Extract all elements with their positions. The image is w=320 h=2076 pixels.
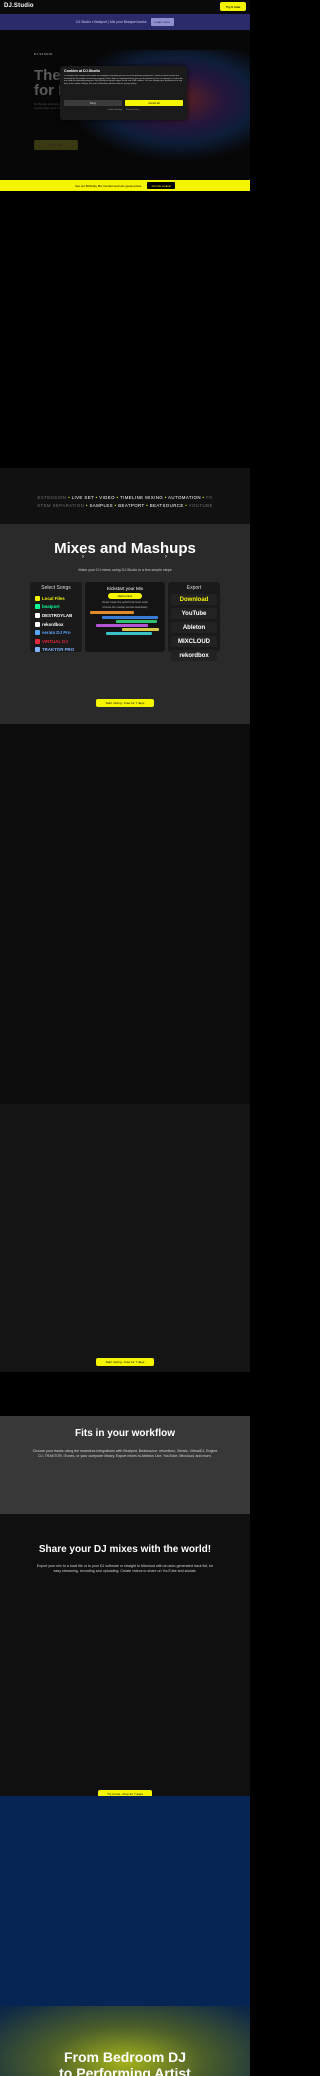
keyword-row: EXTENSION • LIVE SET • VIDEO • TIMELINE … <box>0 495 250 500</box>
keyword-row: STEM SEPARATION • SAMPLES • BEATPORT • B… <box>0 503 250 508</box>
source-logo-icon <box>35 595 40 601</box>
source-label: VIRTUAL DJ <box>42 638 68 644</box>
cookie-dialog: Cookies at DJ.Studio DJ.Studio uses cook… <box>60 66 187 120</box>
source-label: DESTROYLAB <box>42 612 73 618</box>
cookie-accept-button[interactable]: Accept all <box>125 100 183 106</box>
overlap-note: Choose the overlap sounds seamlessly <box>102 606 148 610</box>
source-logo-icon <box>35 647 40 653</box>
section-subtitle: Make your DJ mixes using DJ.Studio in a … <box>78 568 172 572</box>
source-logo-icon <box>35 638 40 644</box>
source-item[interactable]: serato DJ Pro <box>33 628 79 637</box>
announcement-button[interactable]: Learn more <box>150 18 174 26</box>
source-logo-icon <box>35 630 40 636</box>
blue-section <box>0 1796 250 2006</box>
header-cta-button[interactable]: Try it now <box>220 2 246 11</box>
cookie-title: Cookies at DJ.Studio <box>64 69 100 73</box>
source-item[interactable]: VIRTUAL DJ <box>33 637 79 646</box>
timeline-track <box>96 623 148 627</box>
hero-cta-button[interactable]: Try it now <box>34 140 78 150</box>
source-logo-icon <box>35 612 40 618</box>
source-item[interactable]: TRAKTOR PRO <box>33 646 79 655</box>
keyword: EXTENSION <box>37 495 69 500</box>
keyword: STEM SEPARATION <box>37 503 86 508</box>
cookie-settings-link[interactable]: Cookie Settings <box>108 109 123 111</box>
final-title: From Bedroom DJ to Performing Artist <box>0 2049 250 2076</box>
start-mixing-button[interactable]: Start mixing - Free for 7 days <box>96 1358 154 1366</box>
workflow-section: Fits in your workflow Choose your tracks… <box>0 1416 250 1514</box>
export-option[interactable]: rekordbox <box>171 650 217 661</box>
promo-button[interactable]: Join the contest <box>147 182 175 189</box>
section-body: Choose your tracks using the seamless in… <box>32 1449 218 1458</box>
chevron-right-icon: › <box>82 554 84 560</box>
keyword: AUTOMATION <box>168 495 203 500</box>
keyword: VIDEO <box>99 495 117 500</box>
section-title: Fits in your workflow <box>74 1428 175 1439</box>
privacy-policy-link[interactable]: Privacy Policy <box>126 109 139 111</box>
section-body: Export your mix to a local file or to yo… <box>36 1564 214 1573</box>
share-section: Share your DJ mixes with the world! Expo… <box>0 1514 250 1796</box>
logo[interactable]: DJ.Studio <box>4 3 34 9</box>
timeline-preview <box>88 611 162 636</box>
panel-heading: Select Songs <box>41 585 71 591</box>
hero-eyebrow: DJ.STUDIO <box>34 52 53 56</box>
feature-showcase-section <box>0 1104 250 1372</box>
final-title-line: From Bedroom DJ <box>63 2049 187 2065</box>
kickstart-panel: Kickstart your Mix Harmonize Smart creat… <box>85 582 165 652</box>
source-item[interactable]: Local Files <box>33 594 79 603</box>
site-header: DJ.Studio Try it now <box>0 0 250 14</box>
start-mixing-button[interactable]: Start mixing - Free for 7 days <box>96 699 154 707</box>
keyword: BEATSOURCE <box>149 503 186 508</box>
cookie-deny-button[interactable]: Deny <box>64 100 122 106</box>
timeline-track <box>102 615 158 619</box>
source-label: beatport <box>42 604 60 610</box>
chevron-right-icon: › <box>165 554 167 560</box>
announcement-bar: DJ.Studio x Beatport | Mix your Beatport… <box>0 14 250 30</box>
keyword: SAMPLES <box>89 503 115 508</box>
export-panel: Export Download YouTube Ableton MIXCLOUD rek… <box>168 582 220 661</box>
source-label: serato DJ Pro <box>42 630 71 636</box>
feature-video-section <box>0 724 250 1104</box>
keyword: BEATPORT <box>118 503 147 508</box>
mixes-section: Mixes and Mashups Make your DJ mixes usi… <box>0 524 250 724</box>
final-title-line: to Performing Artist <box>59 2065 191 2076</box>
source-label: Local Files <box>42 595 65 601</box>
timeline-track <box>106 632 152 636</box>
panel-heading: Export <box>186 585 202 591</box>
keyword: YOUTUBE <box>188 503 213 508</box>
panel-heading: Kickstart your Mix <box>106 586 144 591</box>
cookie-body: DJ.Studio uses cookies and similar techn… <box>64 75 183 85</box>
promo-bar: Get our Birthday Mix Contest and win gre… <box>0 180 250 191</box>
keyword: TIMELINE MIXING <box>120 495 165 500</box>
feature-keyword-strip: EXTENSION • LIVE SET • VIDEO • TIMELINE … <box>0 468 250 524</box>
source-item[interactable]: beatport <box>33 603 79 612</box>
source-logo-icon <box>35 621 40 627</box>
select-songs-panel: Select Songs Local Files beatport DESTROYL… <box>30 582 82 655</box>
promo-text: Get our Birthday Mix Contest and win gre… <box>75 183 142 188</box>
source-item[interactable]: DESTROYLAB <box>33 611 79 620</box>
keyword: LIVE SET <box>71 495 96 500</box>
export-option[interactable]: Ableton <box>171 622 217 633</box>
announcement-text: DJ.Studio x Beatport | Mix your Beatport… <box>76 20 147 24</box>
source-logo-icon <box>35 604 40 610</box>
export-option[interactable]: Download <box>171 594 217 605</box>
harmonize-note: Smart create the perfect harmonic order <box>102 601 148 604</box>
source-item[interactable]: rekordbox <box>33 620 79 629</box>
section-title: Mixes and Mashups <box>54 540 196 557</box>
section-title: Share your DJ mixes with the world! <box>38 1544 212 1555</box>
export-option[interactable]: MIXCLOUD <box>171 636 217 647</box>
source-label: TRAKTOR PRO <box>42 647 75 653</box>
harmonize-pill[interactable]: Harmonize <box>108 593 142 599</box>
final-hero-section: From Bedroom DJ to Performing Artist <box>0 2006 250 2076</box>
timeline-track <box>116 619 157 623</box>
export-option[interactable]: YouTube <box>171 608 217 619</box>
keyword: FX <box>206 495 213 500</box>
timeline-track <box>122 628 159 632</box>
timeline-track <box>90 611 135 615</box>
source-label: rekordbox <box>42 621 64 627</box>
